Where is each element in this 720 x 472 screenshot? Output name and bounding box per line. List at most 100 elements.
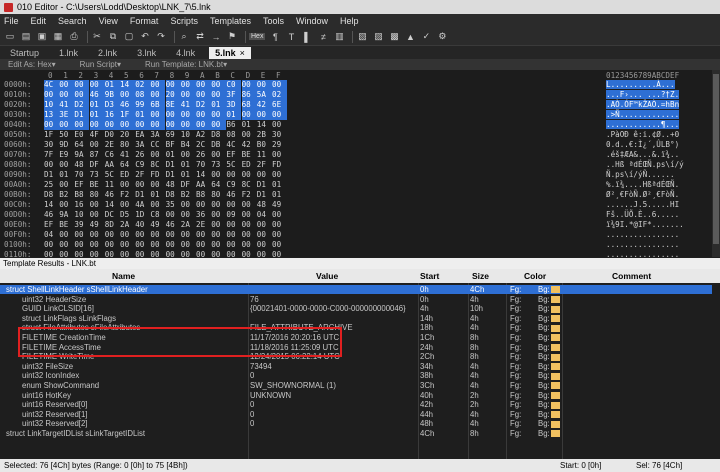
hex-byte[interactable]: 01 [272, 180, 287, 190]
hex-byte[interactable]: E0 [74, 130, 89, 140]
hex-byte[interactable]: EF [226, 150, 241, 160]
hex-byte[interactable]: 5A [256, 90, 272, 100]
col-header-color[interactable]: Color [524, 271, 546, 281]
tab-3-lnk[interactable]: 3.lnk [131, 47, 162, 59]
open-icon[interactable]: ▤ [20, 31, 32, 43]
settings-icon[interactable]: ⚙ [436, 31, 448, 43]
hex-byte[interactable]: 80 [211, 190, 226, 200]
table-row[interactable]: struct LinkFlags sLinkFlags 14h 4h Fg: Bg: [0, 314, 712, 323]
hex-byte[interactable]: 87 [90, 150, 105, 160]
hex-byte[interactable]: 00 [59, 240, 74, 250]
hex-byte[interactable]: 42 [256, 100, 272, 110]
row-bg-color[interactable]: Bg: [538, 391, 560, 400]
close-icon[interactable]: × [240, 48, 245, 58]
hex-byte[interactable]: 00 [44, 90, 59, 100]
hex-byte[interactable]: 4A [135, 200, 150, 210]
hex-byte[interactable]: 00 [166, 210, 181, 220]
hex-byte[interactable]: 3F [226, 90, 242, 100]
hex-byte[interactable]: C9 [226, 180, 241, 190]
tab-2-lnk[interactable]: 2.lnk [92, 47, 123, 59]
hex-byte[interactable]: 46 [120, 100, 135, 110]
hex-byte[interactable]: 14 [196, 170, 211, 180]
hex-byte[interactable]: 46 [89, 90, 105, 100]
hex-ascii[interactable]: ..Hß ªdÉŒÑ.ps\í/ý [606, 160, 684, 169]
hex-byte[interactable]: 3D [226, 100, 242, 110]
row-bg-color[interactable]: Bg: [538, 323, 560, 332]
row-fg-color[interactable]: Fg: [510, 304, 521, 313]
hex-byte[interactable]: 14 [44, 200, 59, 210]
color-swatch[interactable] [550, 315, 560, 323]
hex-ascii[interactable]: L..........À... [606, 80, 675, 89]
hex-byte[interactable]: 41 [180, 100, 196, 110]
menu-edit[interactable]: Edit [31, 16, 47, 26]
hex-byte[interactable]: 00 [59, 80, 75, 90]
hex-byte[interactable]: 04 [257, 210, 272, 220]
hex-byte[interactable]: F2 [242, 190, 257, 200]
hex-byte[interactable]: 00 [90, 240, 105, 250]
hex-byte[interactable]: 00 [211, 170, 226, 180]
hex-byte[interactable]: 13 [44, 110, 59, 120]
hex-byte[interactable]: 00 [90, 210, 105, 220]
col-header-value[interactable]: Value [316, 271, 338, 281]
row-fg-color[interactable]: Fg: [510, 285, 521, 294]
hex-byte[interactable]: 00 [44, 160, 59, 170]
hex-byte[interactable]: 00 [150, 230, 165, 240]
hex-byte[interactable]: D1 [257, 180, 272, 190]
hex-byte[interactable]: 35 [166, 200, 181, 210]
hex-byte[interactable]: 00 [196, 80, 211, 90]
hex-byte[interactable]: 01 [104, 80, 120, 90]
table-row[interactable]: uint16 HotKey UNKNOWN 40h 2h Fg: Bg: [0, 391, 712, 400]
color-swatch[interactable] [550, 286, 560, 294]
hex-byte[interactable]: 40 [135, 220, 150, 230]
hex-byte[interactable]: 00 [165, 80, 181, 90]
hex-byte[interactable]: 00 [74, 80, 90, 90]
hex-byte[interactable]: 00 [120, 180, 135, 190]
col-header-name[interactable]: Name [112, 271, 135, 281]
hex-byte[interactable]: 10 [181, 130, 196, 140]
hex-byte[interactable]: D1 [166, 160, 181, 170]
row-fg-color[interactable]: Fg: [510, 391, 521, 400]
hex-byte[interactable]: 00 [211, 200, 226, 210]
hex-byte[interactable]: 00 [180, 120, 196, 130]
hex-byte[interactable]: C8 [150, 210, 165, 220]
tab-1-lnk[interactable]: 1.lnk [53, 47, 84, 59]
hex-byte[interactable]: 48 [74, 160, 89, 170]
hex-ascii[interactable]: .>Ñ............. [606, 110, 680, 119]
hex-byte[interactable]: 29 [272, 140, 287, 150]
hex-byte[interactable]: 10 [74, 210, 89, 220]
menu-file[interactable]: File [4, 16, 19, 26]
row-fg-color[interactable]: Fg: [510, 362, 521, 371]
hex-byte[interactable]: D1 [166, 170, 181, 180]
hex-byte[interactable]: 26 [196, 150, 211, 160]
hex-byte[interactable]: 2B [257, 130, 272, 140]
hex-byte[interactable]: 49 [90, 220, 105, 230]
hex-byte[interactable]: 00 [211, 80, 227, 90]
hex-byte[interactable]: 99 [135, 100, 151, 110]
print-icon[interactable]: ⎙ [68, 31, 80, 43]
hex-byte[interactable]: 86 [241, 90, 257, 100]
hex-byte[interactable]: 00 [211, 230, 226, 240]
hex-byte[interactable]: 2E [196, 220, 211, 230]
hex-byte[interactable]: D0 [105, 130, 120, 140]
hex-byte[interactable]: 2A [120, 220, 135, 230]
template-icon[interactable]: ▧ [356, 31, 368, 43]
hex-byte[interactable]: 00 [150, 120, 166, 130]
hex-byte[interactable]: C9 [135, 160, 150, 170]
template-results-table[interactable]: Name Value Start Size Color Comment stru… [0, 269, 720, 459]
hex-byte[interactable]: 64 [74, 140, 89, 150]
hex-byte[interactable]: D8 [211, 130, 226, 140]
hex-byte[interactable]: F2 [120, 190, 135, 200]
hex-ascii[interactable]: .éš‡ÆA&...&.ï¾.. [606, 150, 679, 159]
hex-byte[interactable]: 00 [120, 90, 135, 100]
hex-byte[interactable]: 46 [226, 190, 241, 200]
hex-byte[interactable]: 01 [272, 190, 287, 200]
hex-byte[interactable]: 00 [135, 180, 150, 190]
hex-ascii[interactable]: ............¶... [606, 120, 680, 129]
color-swatch[interactable] [550, 372, 560, 380]
table-row[interactable]: enum ShowCommand SW_SHOWNORMAL (1) 3Ch 4h Fg… [0, 381, 712, 390]
histogram-icon[interactable]: ▲ [404, 31, 416, 43]
table-row[interactable]: uint16 Reserved[0] 0 42h 2h Fg: Bg: [0, 400, 712, 409]
hex-byte[interactable]: DF [90, 160, 105, 170]
hex-byte[interactable]: AA [105, 160, 120, 170]
hex-byte[interactable]: 2F [135, 170, 150, 180]
